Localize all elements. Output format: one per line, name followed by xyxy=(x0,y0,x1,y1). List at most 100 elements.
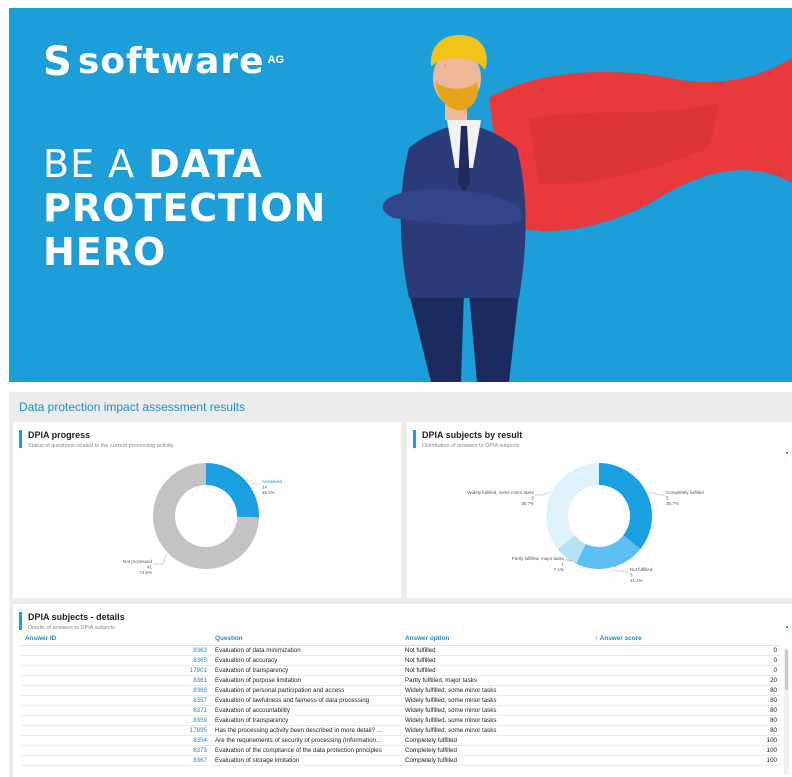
answer-score-cell: 80 xyxy=(591,705,781,716)
card-menu-dot[interactable] xyxy=(786,626,788,628)
slice-percent: 35.7% xyxy=(666,501,679,506)
answer-option-cell: Not fulfilled xyxy=(401,655,591,666)
label-leader-line xyxy=(245,477,261,485)
table-row[interactable]: 8371 Evaluation of accountability Widely f… xyxy=(21,705,781,716)
card-title: DPIA subjects - details xyxy=(28,612,125,622)
headline-line2: PROTECTION xyxy=(43,186,327,230)
answer-option-cell: Not fulfilled xyxy=(401,665,591,676)
dpia-result-card: DPIA subjects by result Distribution of … xyxy=(407,422,792,598)
label-leader-line xyxy=(535,491,550,496)
headline-bold: DATA xyxy=(148,142,263,186)
table-row[interactable]: 17895 Has the processing activity been de… xyxy=(21,725,781,736)
software-ag-logo: S software AG xyxy=(43,39,285,85)
slice-value: 5 xyxy=(531,496,534,501)
dpia-details-card: DPIA subjects - details Details of answe… xyxy=(13,604,792,777)
table-scrollbar[interactable] xyxy=(784,648,789,775)
answer-id-cell[interactable]: 8361 xyxy=(21,675,211,686)
answer-option-cell: Completely fulfilled xyxy=(401,745,591,756)
column-question[interactable]: Question xyxy=(211,633,401,646)
table-row[interactable]: 8357 Evaluation of lawfulness and fairnes… xyxy=(21,695,781,706)
donut-slice-completely-fulfilled[interactable] xyxy=(599,463,652,550)
table-row[interactable]: 17901 Evaluation of transparency Not fulfi… xyxy=(21,665,781,676)
card-title: DPIA progress xyxy=(28,430,91,440)
answer-id-cell[interactable]: 8367 xyxy=(21,755,211,766)
answer-score-cell: 0 xyxy=(591,655,781,666)
slice-label: Widely fulfilled, some minor tasks xyxy=(467,490,534,495)
slice-value: 3 xyxy=(630,573,633,578)
scrollbar-thumb[interactable] xyxy=(785,650,788,690)
question-cell: Evaluation of lawfulness and fairness of… xyxy=(211,695,401,706)
answer-id-cell[interactable]: 8363 xyxy=(21,645,211,656)
answer-id-cell[interactable]: 8365 xyxy=(21,655,211,666)
logo-mark: S xyxy=(43,39,72,85)
slice-percent: 25.5% xyxy=(262,490,275,495)
logo-suffix: AG xyxy=(267,54,285,66)
answer-id-cell[interactable]: 8371 xyxy=(21,705,211,716)
slice-label: Answered xyxy=(262,479,283,484)
question-cell: Evaluation of personal participation and… xyxy=(211,685,401,696)
answer-option-cell: Partly fulfilled, major tasks xyxy=(401,675,591,686)
answer-option-cell: Widely fulfilled, some minor tasks xyxy=(401,685,591,696)
slice-percent: 74.5% xyxy=(139,570,152,575)
slice-percent: 35.7% xyxy=(521,501,534,506)
slice-value: 41 xyxy=(147,565,153,570)
answer-id-cell[interactable]: 8357 xyxy=(21,695,211,706)
table-row[interactable]: 8365 Evaluation of accuracy Not fulfilled 0 xyxy=(21,655,781,666)
slice-percent: 21.4% xyxy=(630,578,643,583)
answer-option-cell: Widely fulfilled, some minor tasks xyxy=(401,715,591,726)
donut-slice-answered[interactable] xyxy=(206,463,259,518)
answer-option-cell: Widely fulfilled, some minor tasks xyxy=(401,725,591,736)
answer-option-cell: Not fulfilled xyxy=(401,645,591,656)
dpia-dashboard: Data protection impact assessment result… xyxy=(9,392,792,777)
slice-value: 5 xyxy=(666,496,669,501)
dpia-progress-card: DPIA progress Status of questions relate… xyxy=(13,422,401,598)
answer-id-cell[interactable]: 8373 xyxy=(21,745,211,756)
column-answer-option[interactable]: Answer option xyxy=(401,633,591,646)
answer-id-cell[interactable]: 17901 xyxy=(21,665,211,676)
label-leader-line xyxy=(611,569,629,573)
answer-id-cell[interactable]: 17895 xyxy=(21,725,211,736)
answer-option-cell: Completely fulfilled xyxy=(401,735,591,746)
answer-option-cell: Widely fulfilled, some minor tasks xyxy=(401,705,591,716)
card-accent xyxy=(413,430,416,448)
card-subtitle: Status of questions related to the curre… xyxy=(28,443,174,449)
answer-id-cell[interactable]: 8354 xyxy=(21,735,211,746)
banner-headline: BE A DATA PROTECTION HERO xyxy=(43,142,326,274)
table-row[interactable]: 8369 Evaluation of personal participation… xyxy=(21,685,781,696)
legs xyxy=(409,293,519,382)
question-cell: Evaluation of transparency xyxy=(211,665,401,676)
question-cell: Are the requirements of security of proc… xyxy=(211,735,401,746)
question-cell: Evaluation of purpose limitation xyxy=(211,675,401,686)
answer-score-cell: 80 xyxy=(591,725,781,736)
slice-label: Not processed xyxy=(123,559,153,564)
column-answer-score[interactable]: ↑ Answer score xyxy=(591,633,781,646)
slice-label: Partly fulfilled, major tasks xyxy=(512,556,565,561)
answer-score-cell: 100 xyxy=(591,745,781,756)
answer-score-cell: 0 xyxy=(591,665,781,676)
column-answer-id[interactable]: Answer ID xyxy=(21,633,211,646)
question-cell: Evaluation of accuracy xyxy=(211,655,401,666)
answer-score-cell: 80 xyxy=(591,715,781,726)
table-row[interactable]: 8363 Evaluation of data minimization Not f… xyxy=(21,645,781,656)
table-row[interactable]: 8359 Evaluation of transparency Widely ful… xyxy=(21,715,781,726)
table-row[interactable]: 8354 Are the requirements of security of … xyxy=(21,735,781,746)
donut-slice-widely-fulfilled-some-minor-tasks[interactable] xyxy=(546,463,599,550)
question-cell: Has the processing activity been describ… xyxy=(211,725,401,736)
card-menu-dot[interactable] xyxy=(786,452,788,454)
answer-score-cell: 80 xyxy=(591,685,781,696)
details-table: Answer ID Question Answer option ↑ Answe… xyxy=(21,633,781,766)
slice-percent: 7.1% xyxy=(554,567,564,572)
logo-wordmark: software xyxy=(77,41,265,82)
question-cell: Evaluation of data minimization xyxy=(211,645,401,656)
card-accent xyxy=(19,612,22,630)
question-cell: Evaluation of accountability xyxy=(211,705,401,716)
answer-id-cell[interactable]: 8359 xyxy=(21,715,211,726)
card-accent xyxy=(19,430,22,448)
answer-id-cell[interactable]: 8369 xyxy=(21,685,211,696)
superhero-illustration xyxy=(382,35,792,382)
slice-label: Not fulfilled xyxy=(630,567,653,572)
table-row[interactable]: 8361 Evaluation of purpose limitation Part… xyxy=(21,675,781,686)
table-row[interactable]: 8373 Evaluation of the compliance of the … xyxy=(21,745,781,756)
table-row[interactable]: 8367 Evaluation of storage limitation Comp… xyxy=(21,755,781,766)
headline-line3: HERO xyxy=(43,230,167,274)
